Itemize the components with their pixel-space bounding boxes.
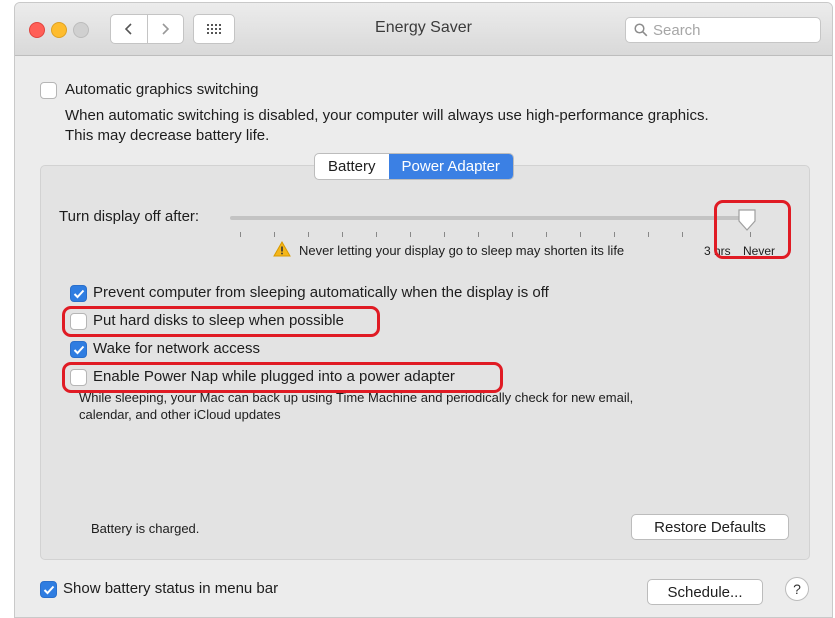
slider-tick: [308, 232, 309, 237]
slider-tick: [512, 232, 513, 237]
power-nap-highlight-box: [62, 362, 503, 393]
prevent-sleep-label: Prevent computer from sleeping automatic…: [93, 284, 549, 301]
slider-warning-text: Never letting your display go to sleep m…: [299, 243, 625, 258]
graphics-description-line2: This may decrease battery life.: [65, 127, 270, 144]
power-nap-description-line2: calendar, and other iCloud updates: [79, 407, 281, 422]
hard-disks-highlight-box: [62, 306, 380, 337]
wake-network-label: Wake for network access: [93, 340, 260, 357]
slider-tick: [410, 232, 411, 237]
search-placeholder: Search: [653, 21, 701, 39]
search-icon: [634, 23, 648, 37]
search-field[interactable]: Search: [625, 17, 821, 43]
graphics-switching-label: Automatic graphics switching: [65, 81, 259, 98]
schedule-button[interactable]: Schedule...: [647, 579, 763, 605]
slider-tick: [648, 232, 649, 237]
checkmark-icon: [73, 345, 84, 354]
prevent-sleep-checkbox[interactable]: [70, 285, 87, 302]
tab-battery[interactable]: Battery: [315, 154, 389, 179]
show-battery-label: Show battery status in menu bar: [63, 580, 279, 597]
restore-defaults-button[interactable]: Restore Defaults: [631, 514, 789, 540]
graphics-description-line1: When automatic switching is disabled, yo…: [65, 107, 709, 124]
tab-control: Battery Power Adapter: [314, 153, 514, 180]
slider-tick: [342, 232, 343, 237]
slider-tick: [478, 232, 479, 237]
show-battery-checkbox[interactable]: [40, 581, 57, 598]
slider-tick: [546, 232, 547, 237]
graphics-switching-checkbox[interactable]: [40, 82, 57, 99]
display-sleep-slider[interactable]: [230, 216, 745, 220]
slider-tick: [614, 232, 615, 237]
battery-status-text: Battery is charged.: [91, 521, 200, 536]
checkmark-icon: [43, 585, 54, 594]
wake-network-checkbox[interactable]: [70, 341, 87, 358]
slider-tick: [682, 232, 683, 237]
slider-tick: [580, 232, 581, 237]
slider-highlight-box: [714, 200, 791, 259]
slider-tick: [274, 232, 275, 237]
title-bar: Energy Saver Search: [15, 3, 832, 56]
warning-icon: [273, 241, 291, 257]
tab-power-adapter[interactable]: Power Adapter: [388, 154, 513, 179]
slider-tick: [240, 232, 241, 237]
slider-tick: [444, 232, 445, 237]
checkmark-icon: [73, 289, 84, 298]
display-off-label: Turn display off after:: [59, 208, 200, 225]
slider-tick: [376, 232, 377, 237]
help-button[interactable]: ?: [785, 577, 809, 601]
